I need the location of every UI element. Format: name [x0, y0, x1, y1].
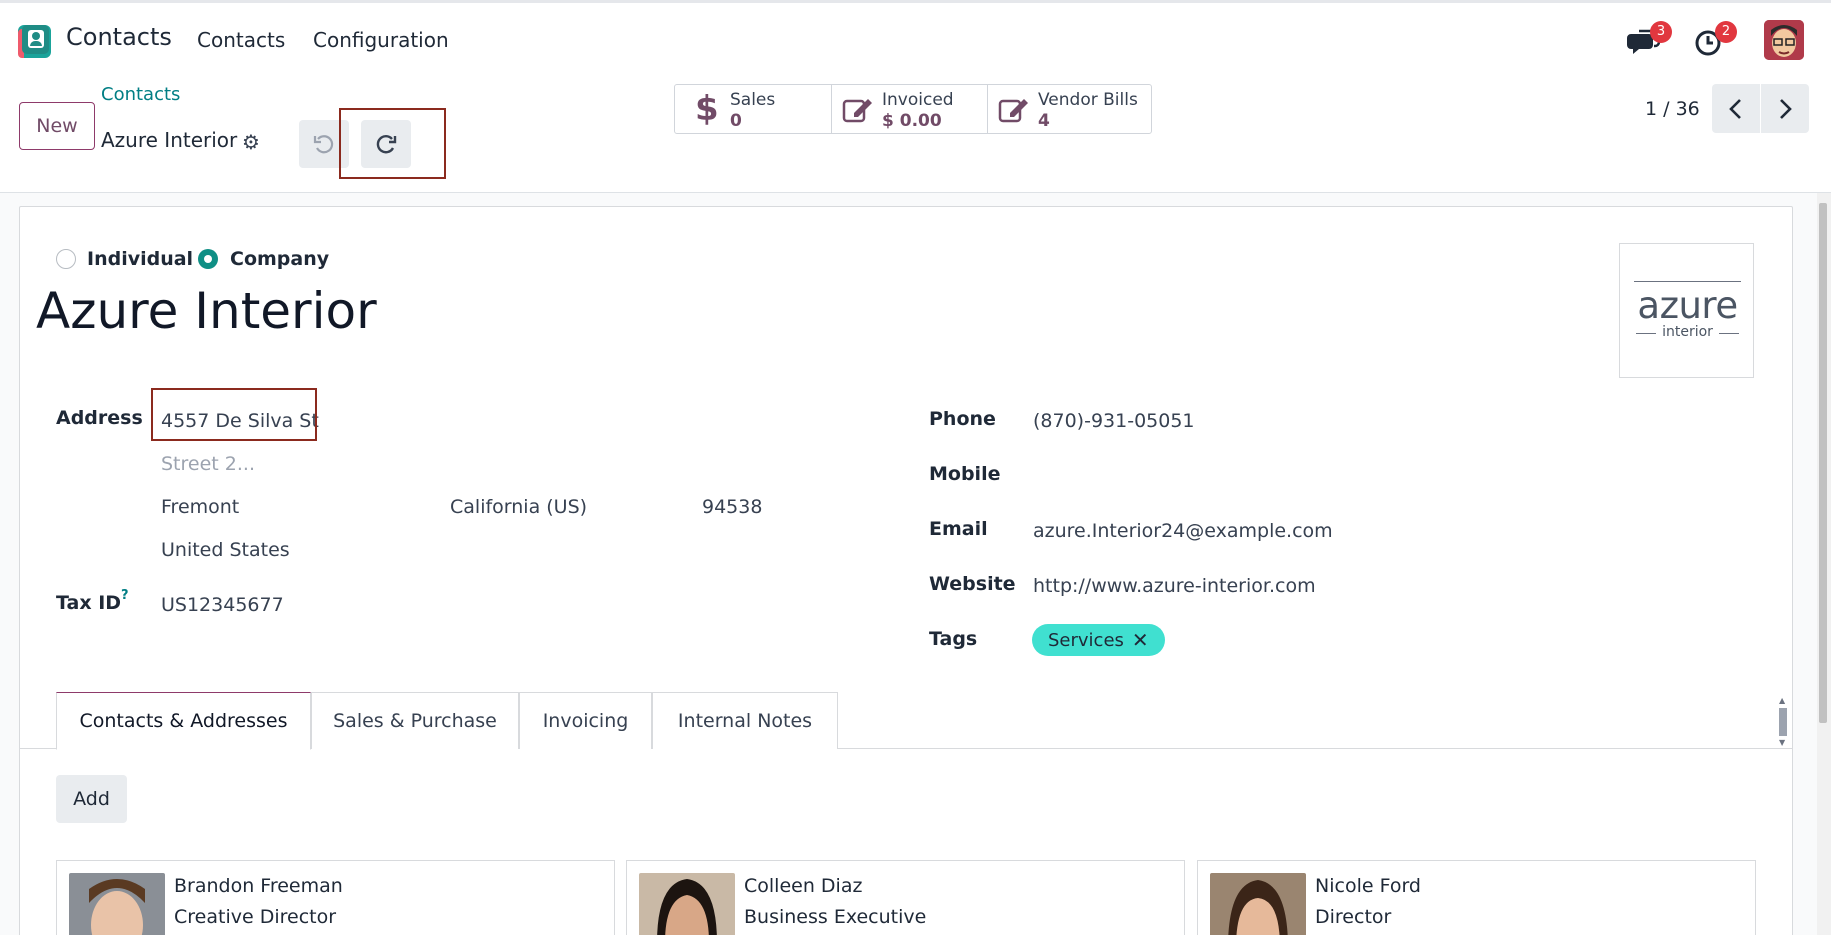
tags-label: Tags	[929, 628, 978, 650]
notebook-scrollbar[interactable]: ▲ ▼	[1776, 694, 1790, 748]
pencil-square-icon	[998, 99, 1028, 123]
radio-individual[interactable]	[56, 249, 76, 269]
city-field[interactable]: Fremont	[161, 496, 239, 518]
invoiced-value: $ 0.00	[882, 111, 942, 131]
radio-company-label[interactable]: Company	[230, 248, 329, 270]
website-field[interactable]: http://www.azure-interior.com	[1033, 575, 1316, 597]
activities-clock-icon[interactable]: 2	[1693, 21, 1737, 59]
app-name[interactable]: Contacts	[66, 23, 172, 51]
tag-services[interactable]: Services ✕	[1032, 624, 1165, 656]
highlight-box-save	[339, 108, 446, 179]
sales-smart-button[interactable]: $ Sales 0	[675, 85, 832, 133]
vendor-bills-value: 4	[1038, 111, 1050, 131]
new-button[interactable]: New	[19, 102, 95, 150]
mobile-field[interactable]	[1033, 463, 1433, 487]
user-avatar[interactable]	[1764, 20, 1804, 60]
address-label: Address	[56, 407, 143, 429]
website-label: Website	[929, 573, 1016, 595]
contact-name: Colleen Diaz	[744, 875, 863, 897]
contact-role: Director	[1315, 906, 1392, 928]
chevron-right-icon	[1780, 98, 1792, 119]
pager-next-button[interactable]	[1761, 84, 1809, 133]
menu-contacts[interactable]: Contacts	[197, 28, 285, 52]
tab-contacts-addresses[interactable]: Contacts & Addresses	[56, 692, 311, 750]
vendor-bills-label: Vendor Bills	[1038, 90, 1138, 110]
sales-value: 0	[730, 111, 742, 131]
contact-name: Brandon Freeman	[174, 875, 343, 897]
state-field[interactable]: California (US)	[450, 496, 587, 518]
tab-sales-purchase[interactable]: Sales & Purchase	[311, 692, 519, 749]
page-scrollbar[interactable]	[1817, 193, 1831, 935]
breadcrumb-contacts[interactable]: Contacts	[101, 84, 180, 105]
contact-card[interactable]: Colleen Diaz Business Executive	[626, 860, 1185, 935]
phone-field[interactable]: (870)-931-05051	[1033, 410, 1195, 432]
sales-label: Sales	[730, 90, 776, 110]
logo-text-main: azure	[1637, 284, 1738, 327]
partner-name-field[interactable]: Azure Interior	[36, 282, 377, 340]
contact-card[interactable]: Nicole Ford Director	[1197, 860, 1756, 935]
tax-id-label: Tax ID	[56, 592, 122, 614]
top-navbar: Contacts Contacts Configuration 3 2	[0, 0, 1831, 76]
zip-field[interactable]: 94538	[702, 496, 762, 518]
vendor-bills-smart-button[interactable]: Vendor Bills 4	[988, 85, 1151, 133]
email-field[interactable]: azure.Interior24@example.com	[1033, 520, 1333, 542]
contact-photo	[639, 873, 735, 935]
breadcrumb-current-record: Azure Interior	[101, 128, 238, 152]
radio-company[interactable]	[198, 249, 218, 269]
partner-logo-image[interactable]: azure interior	[1619, 243, 1754, 378]
contact-name: Nicole Ford	[1315, 875, 1421, 897]
street2-field[interactable]: Street 2...	[161, 453, 255, 475]
pager-previous-button[interactable]	[1712, 84, 1760, 133]
contact-role: Creative Director	[174, 906, 337, 928]
phone-label: Phone	[929, 408, 996, 430]
messages-icon[interactable]: 3	[1627, 21, 1672, 59]
highlight-box-street	[151, 388, 317, 441]
contact-photo	[1210, 873, 1306, 935]
dollar-icon: $	[695, 89, 719, 129]
tab-internal-notes[interactable]: Internal Notes	[652, 692, 838, 749]
email-label: Email	[929, 518, 988, 540]
activities-badge: 2	[1715, 21, 1737, 43]
tag-label: Services	[1048, 629, 1124, 651]
notebook-tabs: Contacts & Addresses Sales & Purchase In…	[19, 692, 1793, 750]
logo-text-sub: interior	[1662, 324, 1713, 340]
page-scrollbar-thumb[interactable]	[1819, 203, 1827, 723]
invoiced-smart-button[interactable]: Invoiced $ 0.00	[832, 85, 988, 133]
radio-individual-label[interactable]: Individual	[87, 248, 193, 270]
contacts-app-icon[interactable]	[18, 25, 51, 58]
tab-invoicing[interactable]: Invoicing	[519, 692, 652, 749]
add-contact-button[interactable]: Add	[56, 775, 127, 823]
gear-icon[interactable]: ⚙	[242, 130, 260, 154]
menu-configuration[interactable]: Configuration	[313, 28, 449, 52]
tax-id-field[interactable]: US12345677	[161, 594, 284, 616]
mobile-label: Mobile	[929, 463, 1001, 485]
contact-role: Business Executive	[744, 906, 927, 928]
contact-card[interactable]: Brandon Freeman Creative Director	[56, 860, 615, 935]
pencil-square-icon	[842, 99, 872, 123]
undo-icon	[313, 135, 334, 154]
country-field[interactable]: United States	[161, 539, 290, 561]
pager-value[interactable]: 1 / 36	[1645, 98, 1700, 120]
remove-tag-icon[interactable]: ✕	[1132, 628, 1149, 652]
messages-badge: 3	[1650, 21, 1672, 43]
contact-photo	[69, 873, 165, 935]
invoiced-label: Invoiced	[882, 90, 954, 110]
smart-buttons: $ Sales 0 Invoiced $ 0.00 Vendor Bills 4	[674, 84, 1152, 134]
chevron-left-icon	[1729, 98, 1741, 119]
tax-id-help-icon[interactable]: ?	[121, 588, 129, 603]
